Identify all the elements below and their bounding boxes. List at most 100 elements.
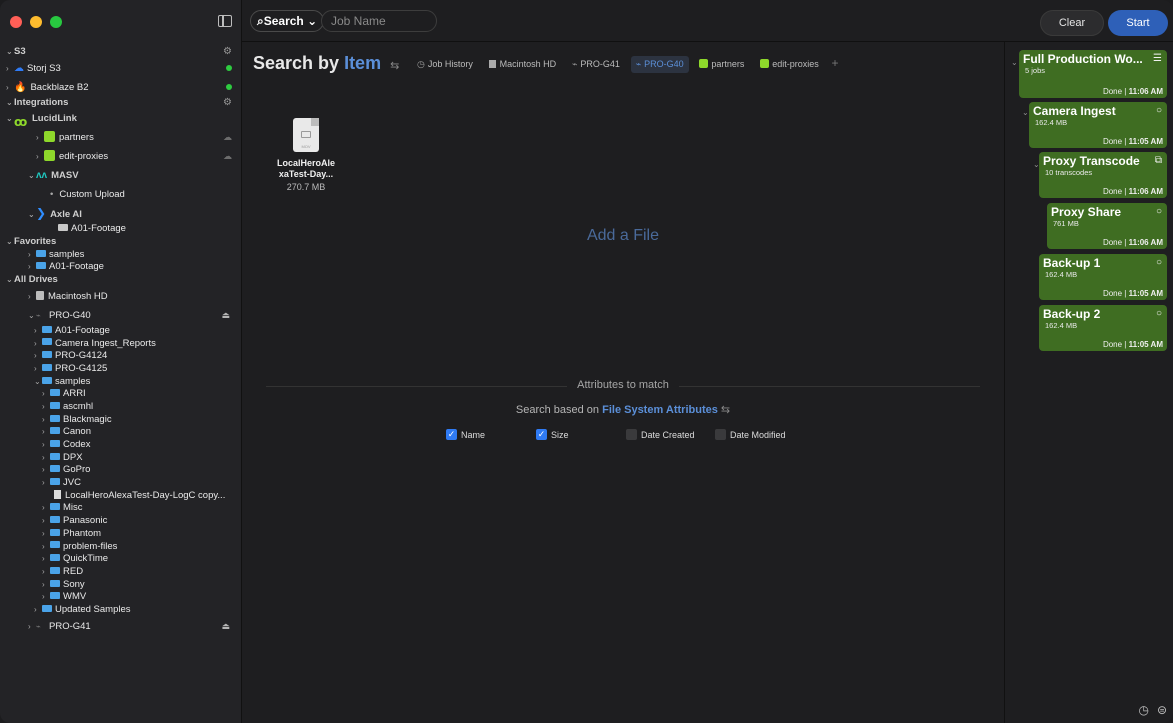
tree-folder[interactable]: › DPX bbox=[0, 452, 242, 465]
tree-folder[interactable]: › Blackmagic bbox=[0, 414, 242, 427]
eject-icon[interactable]: ⏏ bbox=[221, 306, 230, 325]
tree-folder[interactable]: › Panasonic bbox=[0, 515, 242, 528]
sidebar-item-pro-g41[interactable]: › ⌁ PRO-G41 ⏏ bbox=[0, 617, 242, 636]
tab-macintosh-hd[interactable]: Macintosh HD bbox=[484, 56, 562, 73]
folder-icon bbox=[50, 389, 60, 397]
checkbox-name[interactable]: ✓ Name bbox=[446, 429, 485, 441]
sidebar-item-partners[interactable]: › partners ☁ bbox=[0, 128, 242, 147]
sidebar-item-axle-ai[interactable]: ⌄❯ Axle AI bbox=[0, 204, 242, 223]
gear-icon[interactable]: ⚙ bbox=[223, 46, 232, 59]
workflow-icon: ☰ bbox=[1153, 53, 1162, 64]
job-title: Proxy Transcode bbox=[1043, 154, 1140, 168]
tree-folder[interactable]: › Sony bbox=[0, 579, 242, 592]
sidebar-item-axle-folder[interactable]: A01-Footage bbox=[0, 223, 242, 236]
transcode-icon: ⧉ bbox=[1154, 155, 1162, 166]
clear-button[interactable]: Clear bbox=[1040, 10, 1104, 36]
tree-folder[interactable]: › RED bbox=[0, 566, 242, 579]
tab-pro-g41[interactable]: ⌁ PRO-G41 bbox=[567, 56, 625, 73]
swap-icon[interactable]: ⇆ bbox=[390, 60, 399, 72]
tree-folder[interactable]: › Codex bbox=[0, 439, 242, 452]
folder-icon bbox=[58, 224, 68, 232]
section-all-drives[interactable]: ⌄All Drives bbox=[0, 274, 242, 287]
job-card[interactable]: Camera Ingest 162.4 MB ○ Done | 11:05 AM bbox=[1029, 102, 1167, 148]
gear-icon[interactable]: ⚙ bbox=[223, 97, 232, 110]
tree-folder[interactable]: › QuickTime bbox=[0, 553, 242, 566]
lucidlink-icon: ꝏ bbox=[14, 114, 28, 129]
job-card[interactable]: Proxy Transcode 10 transcodes ⧉ Done | 1… bbox=[1039, 152, 1167, 198]
sidebar-item-fav-samples[interactable]: › samples bbox=[0, 249, 242, 262]
external-drive-icon: ⌁ bbox=[36, 310, 41, 320]
tab-pro-g40[interactable]: ⌁ PRO-G40 bbox=[630, 56, 689, 73]
eject-icon[interactable]: ⏏ bbox=[221, 617, 230, 636]
tree-folder[interactable]: › ascmhl bbox=[0, 401, 242, 414]
sidebar-item-backblaze[interactable]: › 🔥 Backblaze B2 bbox=[0, 78, 242, 97]
history-icon[interactable]: ◷ bbox=[1138, 703, 1148, 717]
sidebar-item-storj[interactable]: › ☁ Storj S3 bbox=[0, 59, 242, 78]
tree-folder-label: DPX bbox=[63, 451, 83, 463]
job-card[interactable]: Back-up 1 162.4 MB ○ Done | 11:05 AM bbox=[1039, 254, 1167, 300]
sidebar-item-edit-proxies[interactable]: › edit-proxies ☁ bbox=[0, 147, 242, 166]
sidebar-item-masv[interactable]: ⌄ʌʌ MASV bbox=[0, 166, 242, 185]
tab-label: edit-proxies bbox=[772, 59, 819, 69]
tree-folder[interactable]: › JVC bbox=[0, 477, 242, 490]
tree-file[interactable]: LocalHeroAlexaTest-Day-LogC copy... bbox=[0, 489, 242, 503]
attribute-mode-selector[interactable]: File System Attributes bbox=[602, 404, 718, 416]
zoom-window-button[interactable] bbox=[50, 16, 62, 28]
tab-label: PRO-G40 bbox=[644, 59, 684, 69]
job-card[interactable]: Full Production Wo... 5 jobs ☰ Done | 11… bbox=[1019, 50, 1167, 98]
start-button[interactable]: Start bbox=[1108, 10, 1168, 36]
folder-icon bbox=[50, 516, 60, 524]
sidebar-item-label: Macintosh HD bbox=[48, 290, 108, 302]
add-file-drop-zone[interactable]: Add a File bbox=[242, 227, 1004, 245]
add-tab-icon[interactable]: + bbox=[832, 56, 839, 70]
tree-folder[interactable]: › Canon bbox=[0, 426, 242, 439]
checkbox-size[interactable]: ✓ Size bbox=[536, 429, 569, 441]
tree-folder[interactable]: › WMV bbox=[0, 591, 242, 604]
file-name: LocalHeroAle xaTest-Day... bbox=[276, 158, 336, 179]
tree-folder[interactable]: › PRO-G4125 bbox=[0, 363, 242, 376]
folder-icon bbox=[42, 363, 52, 371]
tree-folder[interactable]: › Phantom bbox=[0, 528, 242, 541]
tree-folder-samples[interactable]: ⌄ samples bbox=[0, 376, 242, 389]
filter-icon[interactable]: ⊜ bbox=[1157, 703, 1167, 717]
job-status: Done | 11:06 AM bbox=[1102, 87, 1163, 96]
swap-icon[interactable]: ⇆ bbox=[721, 404, 730, 416]
toggle-sidebar-icon[interactable] bbox=[218, 15, 232, 27]
checkbox-date-created[interactable]: Date Created bbox=[626, 429, 695, 441]
sidebar-item-lucidlink[interactable]: ⌄ꝏ LucidLink bbox=[0, 109, 242, 128]
sidebar-item-pro-g40[interactable]: ⌄⌁ PRO-G40 ⏏ bbox=[0, 306, 242, 325]
tree-folder[interactable]: › Updated Samples bbox=[0, 604, 242, 617]
chevron-down-icon[interactable]: ⌄ bbox=[1011, 58, 1018, 67]
tree-folder-label: PRO-G4125 bbox=[55, 362, 108, 374]
tree-folder[interactable]: › GoPro bbox=[0, 464, 242, 477]
tree-folder[interactable]: › Misc bbox=[0, 502, 242, 515]
checkbox-date-modified[interactable]: Date Modified bbox=[715, 429, 786, 441]
tree-folder[interactable]: › Camera Ingest_Reports bbox=[0, 338, 242, 351]
tree-folder[interactable]: › PRO-G4124 bbox=[0, 350, 242, 363]
job-card[interactable]: Proxy Share 761 MB ○ Done | 11:06 AM bbox=[1047, 203, 1167, 249]
tab-edit-proxies[interactable]: edit-proxies bbox=[755, 56, 824, 73]
sidebar-item-label: LucidLink bbox=[32, 113, 77, 125]
tree-folder[interactable]: › A01-Footage bbox=[0, 325, 242, 338]
tree-folder[interactable]: › problem-files bbox=[0, 541, 242, 554]
tree-folder-label: Canon bbox=[63, 426, 91, 438]
job-name-input[interactable] bbox=[321, 10, 437, 32]
tab-partners[interactable]: partners bbox=[694, 56, 749, 73]
section-s3[interactable]: ⌄S3 ⚙ bbox=[0, 46, 242, 59]
job-panel: ⌄ Full Production Wo... 5 jobs ☰ Done | … bbox=[1004, 42, 1173, 723]
minimize-window-button[interactable] bbox=[30, 16, 42, 28]
sidebar-item-custom-upload[interactable]: • Custom Upload bbox=[0, 185, 242, 204]
close-window-button[interactable] bbox=[10, 16, 22, 28]
sidebar-item-label: partners bbox=[59, 132, 94, 144]
section-integrations[interactable]: ⌄Integrations ⚙ bbox=[0, 97, 242, 110]
search-by-title[interactable]: Search by Item ⇆ bbox=[253, 53, 399, 74]
tree-folder[interactable]: › ARRI bbox=[0, 388, 242, 401]
sidebar-item-macintosh-hd[interactable]: › Macintosh HD bbox=[0, 287, 242, 306]
job-card[interactable]: Back-up 2 162.4 MB ○ Done | 11:05 AM bbox=[1039, 305, 1167, 351]
tab-job-history[interactable]: ◷ Job History bbox=[412, 56, 478, 73]
chevron-down-icon[interactable]: ⌄ bbox=[1022, 108, 1029, 117]
search-mode-dropdown[interactable]: ⌕Search ⌄ bbox=[250, 10, 325, 32]
sidebar-item-fav-a01[interactable]: › A01-Footage bbox=[0, 261, 242, 274]
section-favorites[interactable]: ⌄Favorites bbox=[0, 236, 242, 249]
file-card[interactable]: MOV LocalHeroAle xaTest-Day... 270.7 MB bbox=[271, 118, 341, 192]
